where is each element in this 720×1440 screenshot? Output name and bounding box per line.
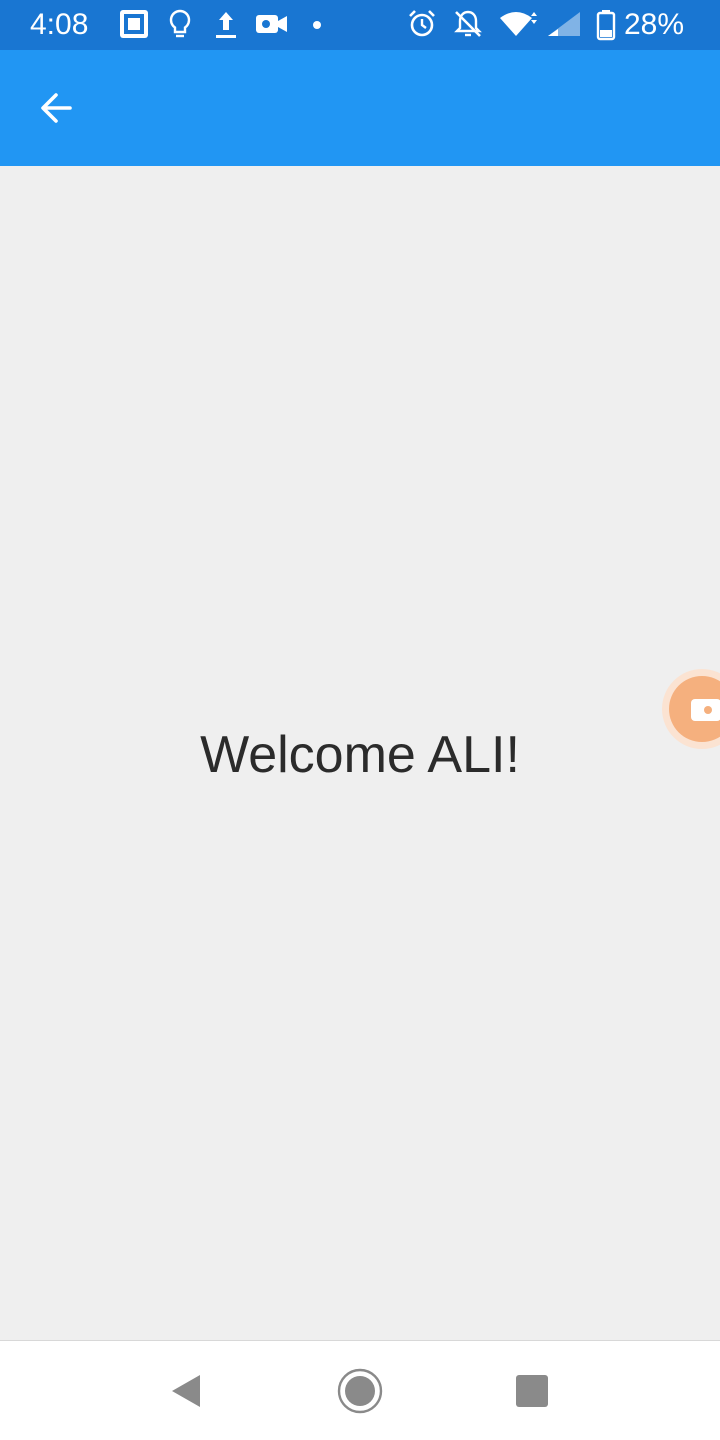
screenshot-icon <box>118 8 150 45</box>
nav-back-icon <box>172 1375 200 1407</box>
wifi-icon <box>498 8 540 45</box>
navigation-bar <box>0 1340 720 1440</box>
nav-recents-icon <box>516 1375 548 1407</box>
nav-back-button[interactable] <box>156 1363 216 1419</box>
lightbulb-icon <box>166 8 194 47</box>
video-camera-icon <box>254 8 290 45</box>
dot-icon <box>310 18 324 37</box>
notifications-off-icon <box>452 8 484 45</box>
battery-icon <box>596 8 616 47</box>
nav-recents-button[interactable] <box>502 1363 562 1419</box>
app-bar <box>0 50 720 166</box>
status-time: 4:08 <box>30 8 89 41</box>
back-button[interactable] <box>26 78 86 138</box>
status-bar: 4:08 28% <box>0 0 720 50</box>
nav-home-icon <box>337 1368 383 1414</box>
battery-percentage: 28% <box>623 8 684 41</box>
alarm-icon <box>406 8 438 45</box>
welcome-message: Welcome ALI! <box>200 726 520 784</box>
arrow-back-icon <box>41 93 72 123</box>
nav-home-button[interactable] <box>330 1363 390 1419</box>
cell-signal-icon <box>544 8 584 45</box>
upload-icon <box>212 8 240 47</box>
video-camera-icon <box>691 699 720 721</box>
main-content: Welcome ALI! <box>0 166 720 1340</box>
floating-record-button[interactable] <box>662 669 720 749</box>
floating-record-inner <box>669 676 720 742</box>
